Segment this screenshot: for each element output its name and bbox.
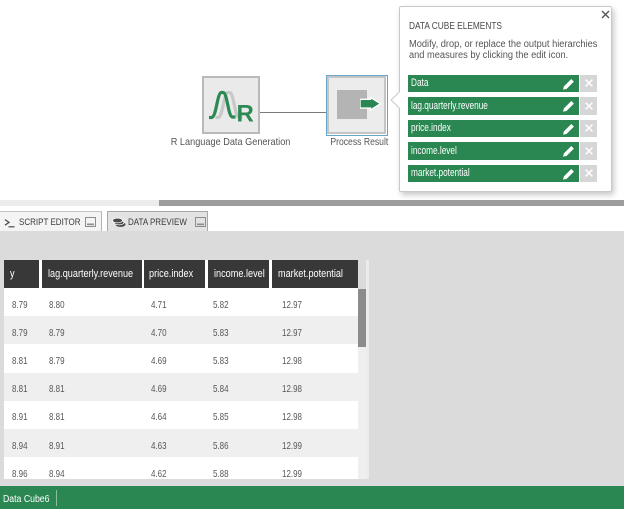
svg-text:R: R [237,101,254,127]
